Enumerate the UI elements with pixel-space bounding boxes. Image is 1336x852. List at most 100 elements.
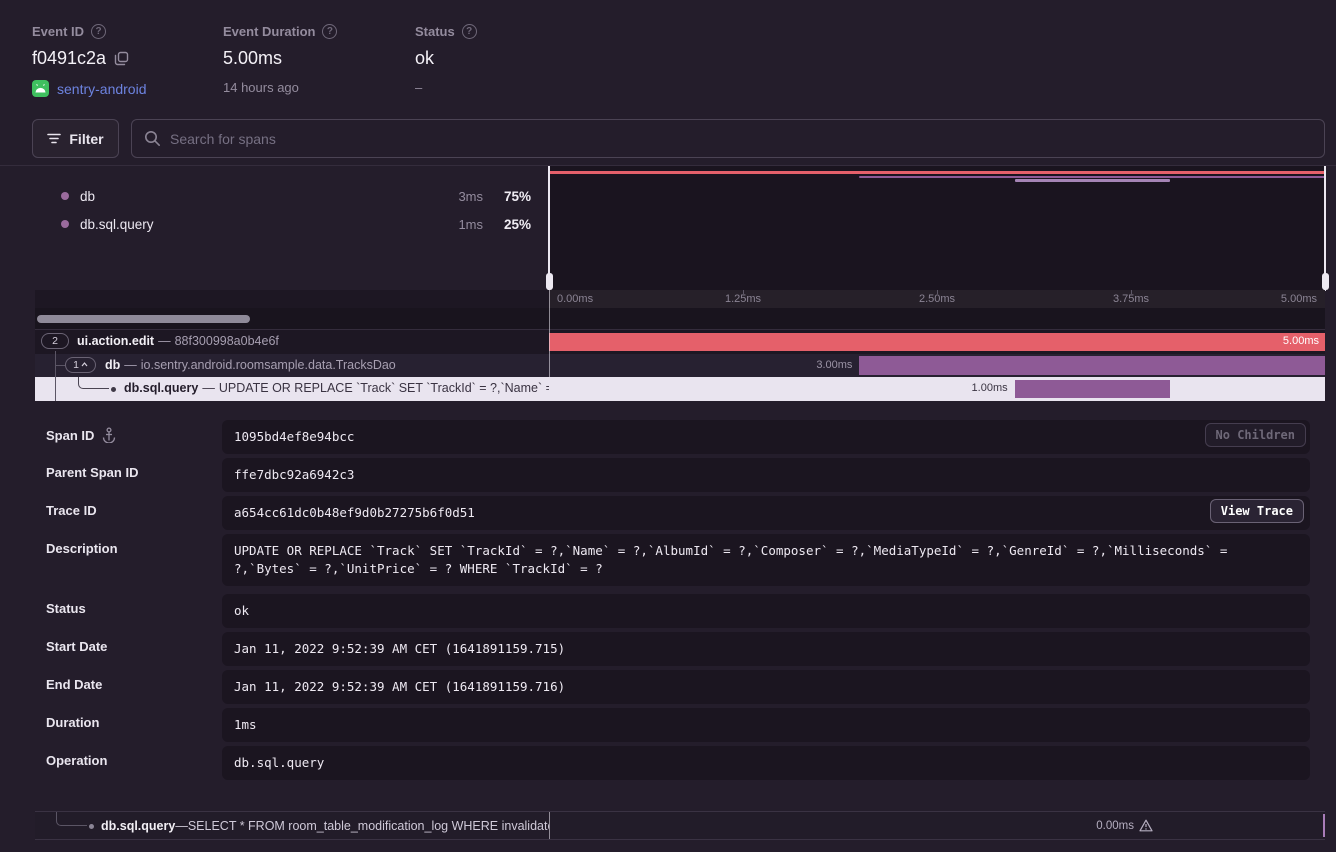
column-divider[interactable] bbox=[549, 308, 550, 330]
detail-label: Parent Span ID bbox=[46, 465, 138, 480]
axis-label: 2.50ms bbox=[919, 293, 955, 305]
event-duration-value: 5.00ms bbox=[223, 48, 282, 69]
detail-row-operation: Operation db.sql.query bbox=[0, 746, 1336, 776]
status-value: ok bbox=[415, 48, 434, 69]
status-block: Status ? ok – bbox=[415, 24, 477, 95]
search-input[interactable] bbox=[132, 120, 1324, 157]
op-duration: 3ms bbox=[437, 189, 483, 204]
span-bar-red[interactable]: 5.00ms bbox=[549, 333, 1325, 352]
detail-label: Description bbox=[46, 541, 118, 556]
detail-value-box: Jan 11, 2022 9:52:39 AM CET (1641891159.… bbox=[222, 670, 1310, 704]
status-label: Status bbox=[415, 24, 455, 39]
help-icon[interactable]: ? bbox=[462, 24, 477, 39]
status-value: ok bbox=[234, 603, 249, 618]
detail-label: Span ID bbox=[46, 428, 94, 443]
detail-value-box: Jan 11, 2022 9:52:39 AM CET (1641891159.… bbox=[222, 632, 1310, 666]
project-link[interactable]: sentry-android bbox=[32, 80, 147, 97]
spans-overview: db 3ms 75% db.sql.query 1ms 25% bbox=[0, 165, 1336, 290]
chevron-up-icon bbox=[81, 362, 88, 367]
copy-icon[interactable] bbox=[114, 51, 129, 66]
detail-value-box: a654cc61dc0b48ef9d0b27275b6f0d51 View Tr… bbox=[222, 496, 1310, 530]
axis-left-spacer bbox=[35, 290, 549, 308]
detail-value-box: ffe7dbc92a6942c3 bbox=[222, 458, 1310, 492]
children-count: 2 bbox=[52, 335, 58, 347]
detail-label: Status bbox=[46, 601, 86, 616]
filter-icon bbox=[47, 133, 61, 144]
no-children-button: No Children bbox=[1205, 423, 1306, 447]
filter-button[interactable]: Filter bbox=[32, 119, 119, 158]
span-desc: UPDATE OR REPLACE `Track` SET `TrackId` … bbox=[219, 381, 549, 395]
span-desc: SELECT * FROM room_table_modification_lo… bbox=[188, 819, 549, 833]
span-row-db-sql-query-selected[interactable]: db.sql.query—UPDATE OR REPLACE `Track` S… bbox=[35, 377, 1325, 401]
minimap-span-ui-action-edit bbox=[549, 171, 1325, 174]
help-glyph: ? bbox=[466, 26, 472, 37]
view-trace-button[interactable]: View Trace bbox=[1210, 499, 1304, 523]
separator: — bbox=[198, 381, 219, 395]
span-search bbox=[131, 119, 1325, 158]
detail-row-parent-span-id: Parent Span ID ffe7dbc92a6942c3 bbox=[0, 458, 1336, 488]
search-icon bbox=[144, 130, 161, 147]
help-icon[interactable]: ? bbox=[91, 24, 106, 39]
tree-node-dot bbox=[89, 824, 94, 829]
detail-value-box: UPDATE OR REPLACE `Track` SET `TrackId` … bbox=[222, 534, 1310, 586]
axis-label: 0.00ms bbox=[557, 293, 593, 305]
tree-connector bbox=[56, 812, 87, 826]
children-count: 1 bbox=[73, 359, 79, 371]
column-divider[interactable] bbox=[549, 812, 550, 839]
legend-item[interactable]: db.sql.query 1ms 25% bbox=[35, 210, 549, 238]
separator: — bbox=[120, 358, 141, 372]
span-tree: 2 ui.action.edit—88f300998a0b4e6f 5.00ms… bbox=[35, 330, 1325, 400]
trace-minimap[interactable] bbox=[549, 166, 1325, 291]
spans-toolbar: Filter bbox=[32, 119, 1325, 158]
detail-value-box: db.sql.query bbox=[222, 746, 1310, 780]
minimap-left-handle[interactable] bbox=[548, 166, 550, 291]
op-percent: 75% bbox=[483, 189, 531, 204]
minimap-right-handle[interactable] bbox=[1324, 166, 1326, 291]
separator: — bbox=[154, 334, 175, 348]
detail-value-box: 1ms bbox=[222, 708, 1310, 742]
detail-label: Operation bbox=[46, 753, 107, 768]
span-duration: 0.00ms bbox=[1096, 820, 1134, 832]
time-axis: 0.00ms 1.25ms 2.50ms 3.75ms 5.00ms bbox=[549, 290, 1325, 308]
span-duration: 1.00ms bbox=[972, 382, 1008, 394]
span-bar-purple[interactable] bbox=[1015, 380, 1170, 399]
filter-label: Filter bbox=[69, 131, 103, 147]
duration-value: 1ms bbox=[234, 717, 257, 732]
span-row-ui-action-edit[interactable]: 2 ui.action.edit—88f300998a0b4e6f 5.00ms bbox=[35, 330, 1325, 354]
span-op: db.sql.query bbox=[124, 381, 198, 395]
minimap-right-grip[interactable] bbox=[1322, 273, 1329, 290]
help-glyph: ? bbox=[327, 26, 333, 37]
event-duration-block: Event Duration ? 5.00ms 14 hours ago bbox=[223, 24, 337, 95]
span-row-db[interactable]: 1 db—io.sentry.android.roomsample.data.T… bbox=[35, 354, 1325, 378]
event-id-label: Event ID bbox=[32, 24, 84, 39]
anchor-icon[interactable] bbox=[102, 427, 116, 443]
trace-id-value: a654cc61dc0b48ef9d0b27275b6f0d51 bbox=[234, 505, 475, 520]
end-date-value: Jan 11, 2022 9:52:39 AM CET (1641891159.… bbox=[234, 679, 565, 694]
span-op: ui.action.edit bbox=[77, 334, 154, 348]
detail-row-trace-id: Trace ID a654cc61dc0b48ef9d0b27275b6f0d5… bbox=[0, 496, 1336, 526]
span-row-db-sql-query-select[interactable]: db.sql.query—SELECT * FROM room_table_mo… bbox=[35, 811, 1325, 840]
op-color-dot bbox=[61, 220, 69, 228]
legend-item[interactable]: db 3ms 75% bbox=[35, 182, 549, 210]
tree-connector bbox=[55, 365, 65, 366]
detail-row-start-date: Start Date Jan 11, 2022 9:52:39 AM CET (… bbox=[0, 632, 1336, 662]
children-count-badge[interactable]: 2 bbox=[41, 333, 69, 349]
help-icon[interactable]: ? bbox=[322, 24, 337, 39]
column-divider[interactable] bbox=[549, 290, 550, 308]
detail-label: Trace ID bbox=[46, 503, 97, 518]
operation-value: db.sql.query bbox=[234, 755, 324, 770]
axis-label: 1.25ms bbox=[725, 293, 761, 305]
project-name: sentry-android bbox=[57, 81, 147, 97]
detail-row-duration: Duration 1ms bbox=[0, 708, 1336, 738]
zero-duration-span-marker bbox=[1323, 814, 1325, 837]
minimap-left-grip[interactable] bbox=[546, 273, 553, 290]
collapse-badge[interactable]: 1 bbox=[65, 357, 96, 373]
horizontal-scrollbar[interactable] bbox=[37, 315, 250, 323]
axis-label: 5.00ms bbox=[1281, 293, 1317, 305]
span-bar-purple[interactable] bbox=[859, 356, 1325, 375]
android-project-icon bbox=[32, 80, 49, 97]
detail-label: Duration bbox=[46, 715, 99, 730]
warning-icon bbox=[1139, 819, 1153, 832]
minimap-span-db-sql-query bbox=[1015, 179, 1170, 182]
column-divider[interactable] bbox=[549, 330, 550, 377]
